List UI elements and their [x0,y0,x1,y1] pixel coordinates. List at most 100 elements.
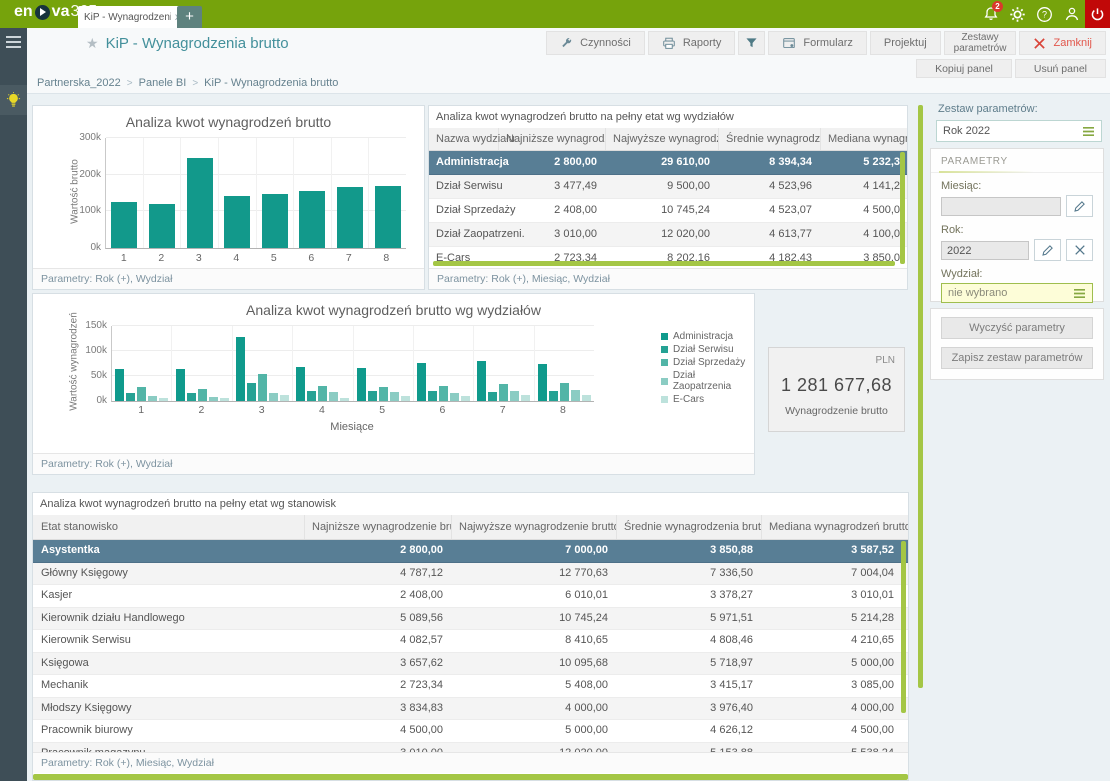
bar-Dział Serwisu[interactable] [187,393,196,402]
legend-item[interactable]: Dział Zaopatrzenia [661,370,754,392]
bar-E-Cars[interactable] [280,395,289,402]
wyczysc-parametry-button[interactable]: Wyczyść parametry [941,317,1093,339]
bar-Dział Serwisu[interactable] [549,391,558,401]
user-profile-icon[interactable] [1058,0,1085,28]
bar-Dział Zaopatrzenia[interactable] [148,396,157,401]
miesiac-input[interactable] [941,197,1061,216]
column-header[interactable]: Najwyższe wynagrodzenie ... [606,128,719,150]
table-row[interactable]: Kierownik Serwisu4 082,578 410,654 808,4… [33,630,908,653]
table-row[interactable]: Główny Księgowy4 787,1212 770,637 336,50… [33,563,908,586]
bar-E-Cars[interactable] [521,395,530,402]
settings-gear-icon[interactable] [1004,0,1031,28]
bar-E-Cars[interactable] [220,398,229,402]
bar-Dział Sprzedaży[interactable] [198,389,207,401]
bar-month-4[interactable] [224,196,250,248]
zestawy-parametrow-button[interactable]: Zestawy parametrów [944,31,1017,55]
table-row[interactable]: Dział Zaopatrzeni.3 010,0012 020,004 613… [429,223,907,247]
rok-clear-x-icon[interactable] [1066,239,1093,261]
bar-E-Cars[interactable] [582,395,591,401]
bar-Dział Sprzedaży[interactable] [258,374,267,402]
column-header[interactable]: Mediana wynagrodzeń [821,128,907,150]
bar-Administracja[interactable] [296,367,305,401]
parameter-set-dropdown[interactable]: Rok 2022 [936,120,1102,142]
open-panel-tab[interactable]: KiP - Wynagrodzenia... x [78,6,186,28]
table-row[interactable]: Pracownik biurowy4 500,005 000,004 626,1… [33,720,908,743]
legend-item[interactable]: Dział Serwisu [661,344,754,355]
table-row[interactable]: Kasjer2 408,006 010,013 378,273 010,01 [33,585,908,608]
bar-Administracja[interactable] [477,361,486,401]
bar-Dział Zaopatrzenia[interactable] [450,393,459,402]
bar-Dział Sprzedaży[interactable] [379,387,388,402]
column-header[interactable]: Mediana wynagrodzeń brutto [762,515,908,539]
parameters-panel-scrollbar[interactable] [918,105,923,688]
bar-Dział Sprzedaży[interactable] [560,383,569,402]
table1-horizontal-scrollbar[interactable] [433,261,895,266]
bar-Dział Sprzedaży[interactable] [318,386,327,401]
column-header[interactable]: Średnie wynagrodzenia brutto [617,515,762,539]
legend-item[interactable]: E-Cars [661,394,754,405]
table2-vertical-scrollbar[interactable] [901,541,906,713]
bar-month-1[interactable] [111,202,137,248]
bar-Dział Zaopatrzenia[interactable] [510,391,519,401]
table-row[interactable]: Księgowa3 657,6210 095,685 718,975 000,0… [33,653,908,676]
bar-Dział Serwisu[interactable] [488,392,497,402]
bar-Dział Serwisu[interactable] [126,393,135,402]
column-header[interactable]: Najniższe wynagrodzenie ... [499,128,606,150]
bar-Dział Sprzedaży[interactable] [499,384,508,402]
column-header[interactable]: Etat stanowisko [33,515,305,539]
column-header[interactable]: Najwyższe wynagrodzenie brutto [452,515,617,539]
rok-input[interactable]: 2022 [941,241,1029,260]
favorite-star-icon[interactable]: ★ [86,35,99,52]
bar-Administracja[interactable] [417,363,426,401]
wydzial-dropdown[interactable]: nie wybrano [941,283,1093,303]
table-row[interactable]: Kierownik działu Handlowego5 089,5610 74… [33,608,908,631]
czynnosci-button[interactable]: Czynności [546,31,645,55]
bar-Dział Zaopatrzenia[interactable] [571,390,580,402]
bar-month-7[interactable] [337,187,363,248]
bar-E-Cars[interactable] [159,398,168,402]
bar-month-5[interactable] [262,194,288,248]
raporty-button[interactable]: Raporty [648,31,736,55]
bar-Administracja[interactable] [357,368,366,401]
formularz-button[interactable]: Formularz [768,31,867,55]
bar-Dział Serwisu[interactable] [428,391,437,401]
miesiac-edit-pencil-icon[interactable] [1066,195,1093,217]
column-header[interactable]: Najniższe wynagrodzenie brutto [305,515,452,539]
table-row[interactable]: Dział Serwisu3 477,499 500,004 523,964 1… [429,175,907,199]
bar-Dział Serwisu[interactable] [307,391,316,401]
bar-Dział Serwisu[interactable] [368,391,377,401]
bar-E-Cars[interactable] [461,396,470,402]
column-header[interactable]: Nazwa wydziału [429,128,499,150]
table-row[interactable]: Młodszy Księgowy3 834,834 000,003 976,40… [33,698,908,721]
rok-edit-pencil-icon[interactable] [1034,239,1061,261]
column-header[interactable]: Średnie wynagrodzenia ... [719,128,821,150]
kopiuj-panel-button[interactable]: Kopiuj panel [916,59,1012,78]
breadcrumb-item[interactable]: Partnerska_2022 [37,77,121,89]
projektuj-button[interactable]: Projektuj [870,31,941,55]
table-row[interactable]: Dział Sprzedaży2 408,0010 745,244 523,07… [429,199,907,223]
bar-Dział Zaopatrzenia[interactable] [269,393,278,401]
bar-Dział Sprzedaży[interactable] [137,387,146,401]
bar-Administracja[interactable] [538,364,547,401]
bar-E-Cars[interactable] [401,396,410,402]
legend-item[interactable]: Dział Sprzedaży [661,357,754,368]
bar-month-2[interactable] [149,204,175,248]
breadcrumb-item[interactable]: KiP - Wynagrodzenia brutto [204,77,338,89]
table-row[interactable]: Administracja2 800,0029 610,008 394,345 … [429,151,907,175]
bar-Dział Zaopatrzenia[interactable] [209,397,218,402]
table-row[interactable]: Asystentka2 800,007 000,003 850,883 587,… [33,540,908,563]
bar-Dział Sprzedaży[interactable] [439,386,448,401]
table1-vertical-scrollbar[interactable] [900,152,905,264]
zapisz-zestaw-button[interactable]: Zapisz zestaw parametrów [941,347,1093,369]
legend-item[interactable]: Administracja [661,331,754,342]
bar-Dział Serwisu[interactable] [247,383,256,401]
raporty-dropdown-funnel-icon[interactable] [738,31,765,55]
help-icon[interactable]: ? [1031,0,1058,28]
usun-panel-button[interactable]: Usuń panel [1015,59,1106,78]
breadcrumb-item[interactable]: Panele BI [139,77,187,89]
new-tab-button[interactable]: + [177,6,202,28]
bar-Dział Zaopatrzenia[interactable] [390,392,399,401]
bar-Administracja[interactable] [236,337,245,401]
bar-Administracja[interactable] [176,369,185,402]
zamknij-button[interactable]: Zamknij [1019,31,1106,55]
